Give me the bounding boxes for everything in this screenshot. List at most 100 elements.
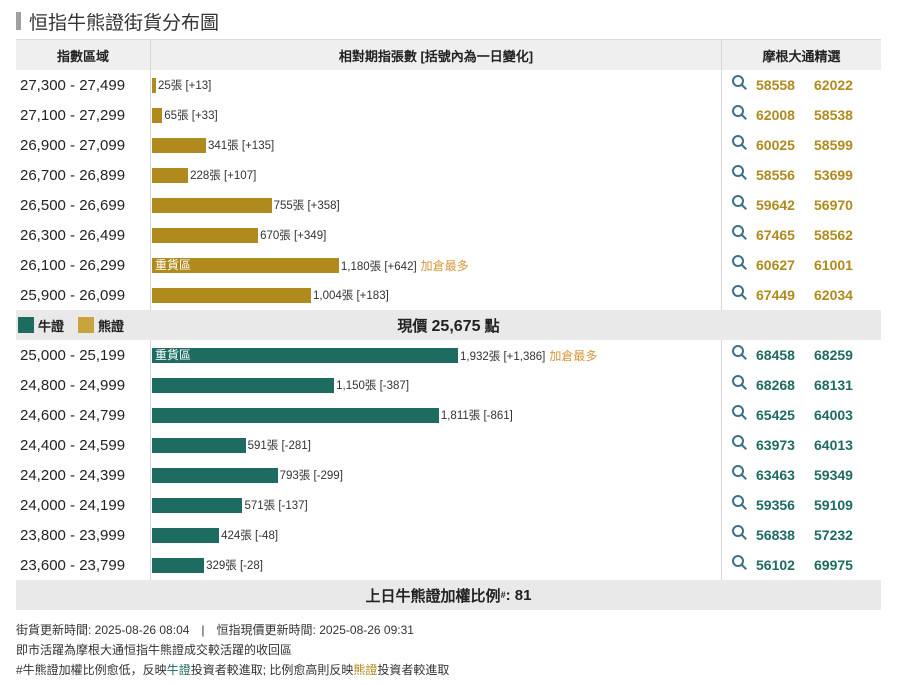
search-icon-handle bbox=[741, 173, 747, 180]
search-icon[interactable] bbox=[732, 194, 747, 210]
warrant-code-link[interactable]: 67449 bbox=[756, 287, 814, 303]
search-icon[interactable] bbox=[732, 524, 747, 540]
count-bar-group: 重貨區 1,932張 [+1,386] 加倉最多 bbox=[152, 347, 597, 363]
picks-cell: 58556 53699 bbox=[722, 160, 881, 190]
search-icon[interactable] bbox=[732, 554, 747, 570]
range-cell: 25,900 - 26,099 bbox=[20, 286, 126, 304]
table-row: 24,600 - 24,799 1,811張 [-861] 65425 64003 bbox=[16, 400, 881, 430]
search-icon[interactable] bbox=[732, 434, 747, 450]
count-text: 793張 [-299] bbox=[279, 470, 343, 482]
search-icon-handle bbox=[741, 503, 747, 510]
count-text: 341張 [+135] bbox=[208, 140, 275, 152]
warrant-code-link[interactable]: 58599 bbox=[814, 137, 872, 153]
warrant-code-link[interactable]: 61001 bbox=[814, 257, 872, 273]
warrant-code-link[interactable]: 60627 bbox=[756, 257, 814, 273]
legend: 牛證 熊證 bbox=[18, 316, 124, 335]
header-picks: 摩根大通精選 bbox=[762, 48, 841, 64]
ratio-note-b: 投資者較進取; 比例愈高則反映 bbox=[190, 663, 354, 677]
search-icon[interactable] bbox=[732, 374, 747, 390]
table-row: 24,000 - 24,199 571張 [-137] 59356 59109 bbox=[16, 490, 881, 520]
count-cell: 65張 [+33] bbox=[150, 100, 722, 130]
range-cell: 24,200 - 24,399 bbox=[20, 466, 126, 484]
warrant-code-link[interactable]: 53699 bbox=[814, 167, 872, 183]
warrant-code-link[interactable]: 64003 bbox=[814, 407, 872, 423]
bull-count-bar bbox=[152, 467, 278, 483]
weighted-ratio: 上日牛熊證加權比例 #: 81 bbox=[16, 580, 881, 610]
heavy-zone-label: 重貨區 bbox=[155, 347, 192, 362]
search-icon[interactable] bbox=[732, 464, 747, 480]
warrant-code-link[interactable]: 62008 bbox=[756, 107, 814, 123]
warrant-code-link[interactable]: 62022 bbox=[814, 77, 872, 93]
search-icon-handle bbox=[741, 443, 747, 450]
ratio-note-a: #牛熊證加權比例愈低，反映 bbox=[16, 663, 167, 677]
warrant-code-link[interactable]: 56838 bbox=[756, 527, 814, 543]
warrant-code-link[interactable]: 64013 bbox=[814, 437, 872, 453]
warrant-code-link[interactable]: 68268 bbox=[756, 377, 814, 393]
count-cell: 重貨區 1,180張 [+642] 加倉最多 bbox=[150, 250, 722, 280]
warrant-code-link[interactable]: 56970 bbox=[814, 197, 872, 213]
search-icon[interactable] bbox=[732, 164, 747, 180]
table-row: 23,800 - 23,999 424張 [-48] 56838 57232 bbox=[16, 520, 881, 550]
picks-cell: 60627 61001 bbox=[722, 250, 881, 280]
ratio-note-bear: 熊證 bbox=[353, 663, 378, 677]
warrant-code-link[interactable]: 63463 bbox=[756, 467, 814, 483]
search-icon[interactable] bbox=[732, 344, 747, 360]
warrant-code-link[interactable]: 68131 bbox=[814, 377, 872, 393]
warrant-code-link[interactable]: 60025 bbox=[756, 137, 814, 153]
search-icon[interactable] bbox=[732, 224, 747, 240]
warrant-code-link[interactable]: 67465 bbox=[756, 227, 814, 243]
warrant-code-link[interactable]: 58562 bbox=[814, 227, 872, 243]
count-cell: 341張 [+135] bbox=[150, 130, 722, 160]
warrant-code-link[interactable]: 62034 bbox=[814, 287, 872, 303]
bull-count-bar bbox=[152, 527, 220, 543]
count-label: 571張 [-137] bbox=[244, 497, 307, 513]
table-row: 25,900 - 26,099 1,004張 [+183] 67449 62034 bbox=[16, 280, 881, 310]
current-price: 現價 25,675 點 bbox=[16, 315, 881, 336]
picks-cell: 65425 64003 bbox=[722, 400, 881, 430]
warrant-code-link[interactable]: 58556 bbox=[756, 167, 814, 183]
count-label: 793張 [-299] bbox=[280, 467, 343, 483]
current-price-bar: 牛證 熊證 現價 25,675 點 bbox=[16, 310, 881, 340]
warrant-code-link[interactable]: 58558 bbox=[756, 77, 814, 93]
warrant-code-link[interactable]: 65425 bbox=[756, 407, 814, 423]
warrant-code-link[interactable]: 68259 bbox=[814, 347, 872, 363]
current-price-label: 現價 bbox=[397, 317, 428, 335]
search-icon[interactable] bbox=[732, 74, 747, 90]
bear-section: 27,300 - 27,499 25張 [+13] 58558 62022 27,100… bbox=[16, 70, 881, 310]
count-text: 670張 [+349] bbox=[260, 230, 327, 242]
current-price-value: 25,675 bbox=[431, 317, 481, 335]
count-text: 1,932張 [+1,386] bbox=[460, 350, 546, 363]
count-cell: 670張 [+349] bbox=[150, 220, 722, 250]
warrant-code-link[interactable]: 56102 bbox=[756, 557, 814, 573]
warrant-code-link[interactable]: 63973 bbox=[756, 437, 814, 453]
search-icon[interactable] bbox=[732, 494, 747, 510]
warrant-code-link[interactable]: 59349 bbox=[814, 467, 872, 483]
count-bar-group: 755張 [+358] bbox=[152, 197, 340, 213]
warrant-code-link[interactable]: 59356 bbox=[756, 497, 814, 513]
ratio-label: 上日牛熊證加權比例 bbox=[365, 587, 501, 605]
warrant-code-link[interactable]: 68458 bbox=[756, 347, 814, 363]
count-label: 1,004張 [+183] bbox=[313, 287, 389, 303]
search-icon[interactable] bbox=[732, 104, 747, 120]
warrant-code-link[interactable]: 59109 bbox=[814, 497, 872, 513]
legend-bull-swatch bbox=[18, 317, 34, 333]
heavy-zone-label: 重貨區 bbox=[155, 257, 192, 272]
warrant-code-link[interactable]: 69975 bbox=[814, 557, 872, 573]
picks-cell: 68268 68131 bbox=[722, 370, 881, 400]
update-times: 街貨更新時間: 2025-08-26 08:04 | 恒指現價更新時間: 202… bbox=[16, 623, 414, 637]
count-bar-group: 重貨區 1,180張 [+642] 加倉最多 bbox=[152, 257, 469, 273]
warrant-code-link[interactable]: 57232 bbox=[814, 527, 872, 543]
warrant-code-link[interactable]: 59642 bbox=[756, 197, 814, 213]
bull-count-bar bbox=[152, 437, 246, 453]
range-cell: 27,100 - 27,299 bbox=[20, 106, 126, 124]
search-icon[interactable] bbox=[732, 284, 747, 300]
picks-cell: 59642 56970 bbox=[722, 190, 881, 220]
picks-cell: 59356 59109 bbox=[722, 490, 881, 520]
page-title-block: 恒指牛熊證街貨分布圖 bbox=[16, 8, 219, 34]
warrant-code-link[interactable]: 58538 bbox=[814, 107, 872, 123]
search-icon[interactable] bbox=[732, 404, 747, 420]
range-cell: 26,900 - 27,099 bbox=[20, 136, 126, 154]
search-icon[interactable] bbox=[732, 254, 747, 270]
bear-count-bar bbox=[152, 287, 312, 303]
search-icon[interactable] bbox=[732, 134, 747, 150]
